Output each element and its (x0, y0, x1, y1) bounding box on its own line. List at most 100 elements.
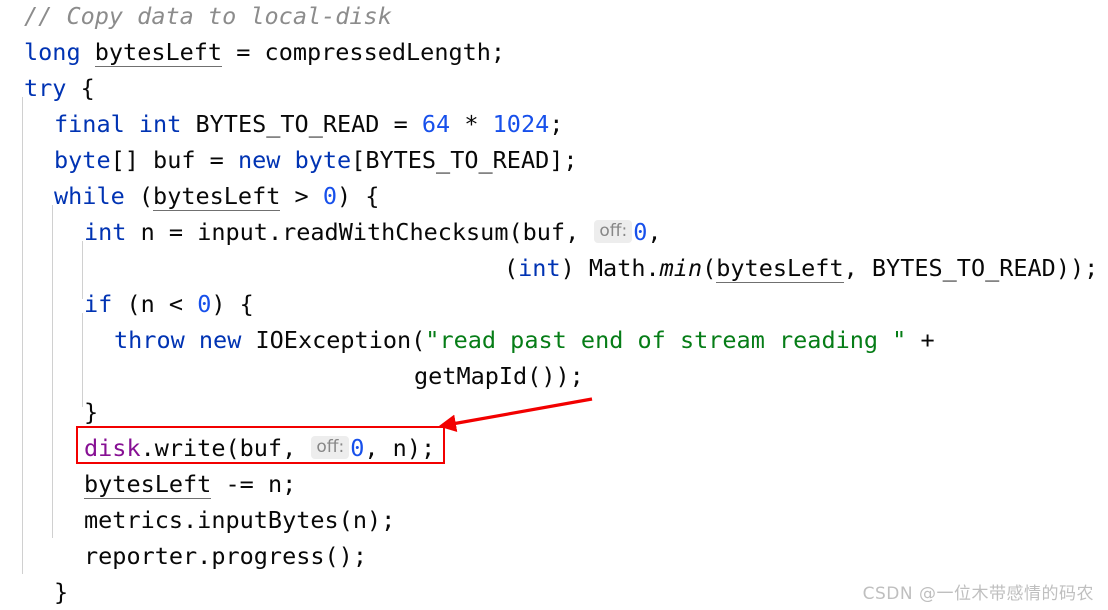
type-ioexception: IOException( (255, 326, 426, 354)
paren-open-if: ( (112, 290, 141, 318)
keyword-throw: throw (114, 326, 185, 354)
inlay-value-0-1: 0 (633, 218, 648, 246)
semicolon: ; (549, 110, 564, 138)
code-line-1[interactable]: long bytesLeft = compressedLength; (24, 34, 505, 70)
code-line-8[interactable]: if (n < 0) { (84, 286, 254, 322)
paren-open: ( (124, 182, 154, 210)
arg-buf-2: buf (239, 434, 283, 462)
parens-close-semicolon: )); (1055, 254, 1099, 282)
indent-guide-level-3b (82, 313, 83, 407)
ident-buf: buf (153, 146, 196, 174)
keyword-byte: byte (54, 146, 111, 174)
code-line-10[interactable]: getMapId()); (414, 358, 584, 394)
field-disk: disk (84, 434, 141, 462)
keyword-try: try (24, 74, 67, 102)
code-line-2[interactable]: try { (24, 70, 95, 106)
code-line-11[interactable]: } (84, 394, 98, 430)
csdn-watermark: CSDN @一位木带感情的码农 (862, 584, 1094, 604)
array-brackets: [] (110, 146, 154, 174)
call-input-readwithchecksum: input.readWithChecksum( (197, 218, 523, 246)
bracket-open: [ (351, 146, 366, 174)
var-bytesleft-arg: bytesLeft (716, 254, 844, 283)
comment-token: // Copy data to local-disk (24, 2, 392, 30)
gt-op: > (280, 182, 323, 210)
brace-close-while: } (54, 578, 69, 606)
keyword-int-2: int (84, 218, 127, 246)
keyword-int: int (138, 110, 182, 138)
paren-open-args: ( (702, 254, 717, 282)
paren-open-cast: ( (504, 254, 519, 282)
var-bytesleft: bytesLeft (94, 38, 223, 67)
concat-op: + (906, 326, 935, 354)
number-0-if: 0 (197, 290, 212, 318)
code-editor[interactable]: // Copy data to local-disk long bytesLef… (0, 0, 1108, 610)
call-metrics-inputbytes: metrics.inputBytes(n); (84, 506, 396, 534)
code-line-0[interactable]: // Copy data to local-disk (24, 0, 392, 34)
code-line-9[interactable]: throw new IOException("read past end of … (114, 322, 935, 358)
assign-op: = (195, 146, 238, 174)
call-reporter-progress: reporter.progress(); (84, 542, 367, 570)
cast-int: int (518, 254, 561, 282)
code-line-5[interactable]: while (bytesLeft > 0) { (54, 178, 379, 214)
expr-minus-eq: -= n; (225, 470, 297, 498)
mul-op: * (450, 110, 493, 138)
comma-2: , (647, 218, 662, 246)
number-1024: 1024 (492, 110, 550, 138)
code-line-16[interactable]: } (54, 574, 68, 610)
keyword-long: long (24, 38, 81, 66)
keyword-while: while (54, 182, 125, 210)
code-line-13[interactable]: bytesLeft -= n; (84, 466, 296, 502)
comma-4: , (282, 434, 311, 462)
call-write: .write( (140, 434, 240, 462)
inlay-value-0-2: 0 (350, 434, 365, 462)
arg-buf: buf (522, 218, 566, 246)
code-line-15[interactable]: reporter.progress(); (84, 538, 367, 574)
indent-guide-level-1 (22, 97, 23, 574)
keyword-new: new (237, 146, 281, 174)
assign-op: = (379, 110, 422, 138)
expr-compressedlength: compressedLength; (264, 38, 506, 66)
code-line-12[interactable]: disk.write(buf, off: 0, n); (84, 430, 435, 466)
bracket-close: ]; (549, 146, 578, 174)
paren-close-brace: ) { (337, 182, 380, 210)
var-bytesleft-assign: bytesLeft (84, 470, 212, 499)
inlay-hint-off-1[interactable]: off: (594, 220, 633, 243)
keyword-byte-2: byte (294, 146, 352, 174)
lt-op: < (154, 290, 198, 318)
paren-close-brace-if: ) { (211, 290, 254, 318)
ident-n-ref: n (140, 290, 155, 318)
keyword-final: final (54, 110, 125, 138)
indent-guide-level-2 (52, 205, 53, 538)
brace-close-if: } (84, 398, 99, 426)
code-line-3[interactable]: final int BYTES_TO_READ = 64 * 1024; (54, 106, 563, 142)
keyword-if: if (84, 290, 113, 318)
inlay-hint-off-2[interactable]: off: (311, 436, 350, 459)
const-bytes-to-read: BYTES_TO_READ (195, 110, 380, 138)
number-0: 0 (322, 182, 337, 210)
const-bytes-to-read-ref: BYTES_TO_READ (365, 146, 550, 174)
class-math: Math. (588, 254, 660, 282)
code-line-7[interactable]: (int) Math.min(bytesLeft, BYTES_TO_READ)… (504, 250, 1098, 286)
const-bytes-to-read-arg: BYTES_TO_READ (871, 254, 1056, 282)
string-literal: "read past end of stream reading " (425, 326, 907, 354)
number-64: 64 (421, 110, 451, 138)
code-line-4[interactable]: byte[] buf = new byte[BYTES_TO_READ]; (54, 142, 578, 178)
ident-n: n (140, 218, 155, 246)
comma: , (565, 218, 594, 246)
assign-op: = (222, 38, 265, 66)
expr-n-close: , n); (364, 434, 436, 462)
var-bytesleft-ref: bytesLeft (153, 182, 281, 211)
assign-op: = (154, 218, 198, 246)
code-line-14[interactable]: metrics.inputBytes(n); (84, 502, 395, 538)
brace-open: { (80, 74, 95, 102)
paren-close-cast: ) (560, 254, 589, 282)
code-line-6[interactable]: int n = input.readWithChecksum(buf, off:… (84, 214, 662, 250)
indent-guide-level-3a (82, 241, 83, 299)
